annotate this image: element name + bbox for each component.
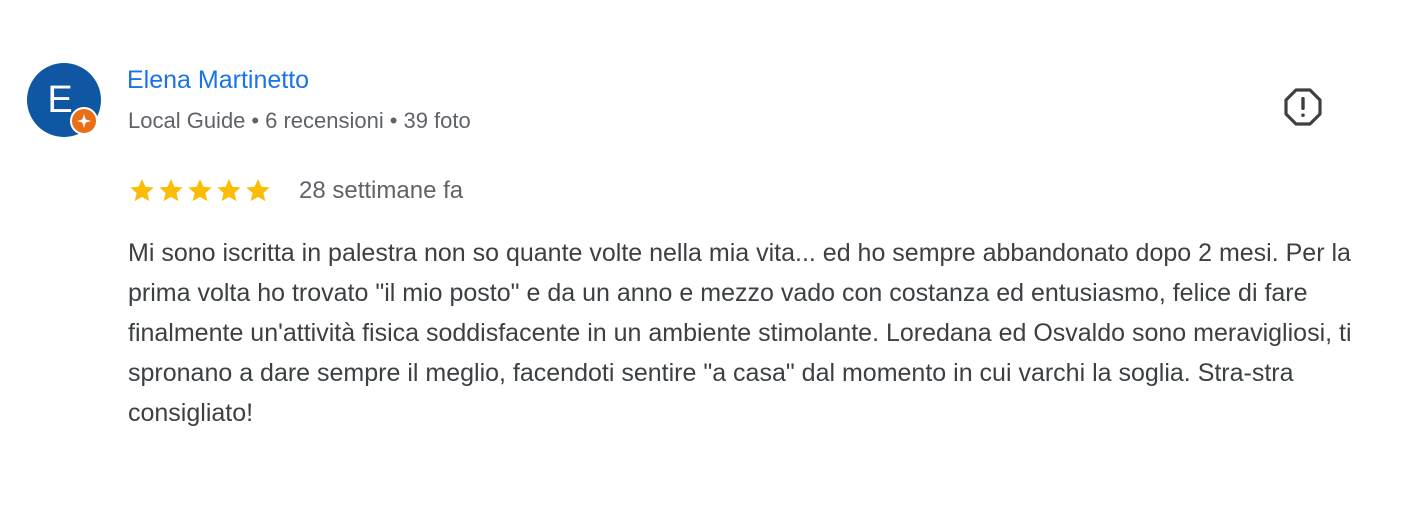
star-sparkle-icon	[77, 114, 91, 128]
review-date: 28 settimane fa	[299, 177, 464, 204]
review-card: E Elena Martinetto Local Guide • 6 recensi…	[0, 0, 1421, 511]
star-icon	[159, 179, 183, 202]
rating-row: 28 settimane fa	[128, 176, 463, 206]
local-guide-badge-icon	[70, 107, 98, 135]
reviewer-meta: Local Guide • 6 recensioni • 39 foto	[128, 108, 471, 134]
reviewer-name-link[interactable]: Elena Martinetto	[127, 66, 309, 95]
avatar-initial: E	[47, 79, 73, 121]
report-review-button[interactable]	[1281, 85, 1325, 129]
reviews-count: 6 recensioni	[265, 108, 384, 133]
report-flag-icon	[1284, 88, 1322, 126]
star-icon	[188, 179, 212, 202]
review-text: Mi sono iscritta in palestra non so quan…	[128, 239, 1352, 427]
photos-count: 39 foto	[403, 108, 471, 133]
star-icon	[130, 179, 154, 202]
star-icon	[217, 179, 241, 202]
reviewer-level: Local Guide	[128, 108, 246, 133]
star-rating	[128, 177, 272, 205]
star-icon	[246, 179, 270, 202]
meta-separator: •	[251, 108, 260, 133]
meta-separator: •	[389, 108, 398, 133]
